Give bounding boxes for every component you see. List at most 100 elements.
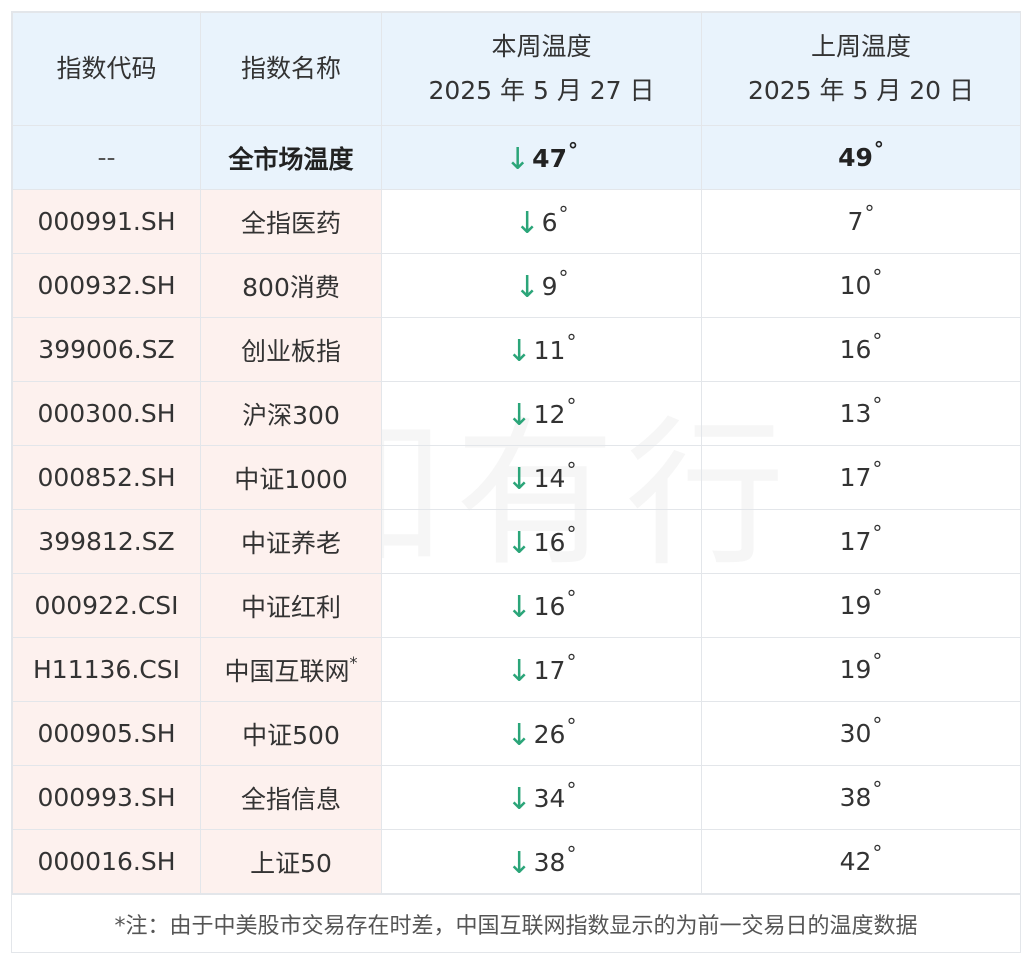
index-name-label: 中国互联网	[224, 656, 350, 686]
last-week-temp: 10°	[701, 253, 1021, 318]
this-week-value: 9	[541, 272, 558, 301]
degree-symbol: °	[566, 778, 577, 802]
header-name: 指数名称	[200, 12, 382, 126]
degree-symbol: °	[567, 138, 578, 162]
header-code-label: 指数代码	[56, 54, 157, 83]
this-week-temp: ↓6°	[381, 189, 702, 254]
this-week-value: 6	[541, 208, 558, 237]
last-week-temp: 42°	[701, 829, 1021, 894]
arrow-down-icon: ↓	[506, 782, 532, 817]
header-code: 指数代码	[12, 12, 201, 126]
this-week-temp: ↓14°	[381, 445, 702, 510]
index-name: 创业板指	[200, 317, 382, 382]
last-week-value: 19	[839, 591, 872, 620]
degree-symbol: °	[872, 585, 883, 609]
this-week-value: 26	[533, 720, 566, 749]
index-name-label: 全指信息	[240, 784, 341, 814]
index-name-label: 800消费	[242, 272, 340, 302]
table-row: 000016.SH 上证50 ↓38° 42°	[12, 829, 1021, 894]
this-week-temp: ↓26°	[381, 701, 702, 766]
degree-symbol: °	[566, 842, 577, 866]
index-name: 全指信息	[200, 765, 382, 830]
arrow-down-icon: ↓	[506, 462, 532, 497]
last-week-temp: 13°	[701, 381, 1021, 446]
index-code: 000932.SH	[12, 253, 201, 318]
this-week-value: 17	[533, 656, 566, 685]
degree-symbol: °	[872, 393, 883, 417]
degree-symbol: °	[566, 330, 577, 354]
degree-symbol: °	[566, 586, 577, 610]
index-code: 000993.SH	[12, 765, 201, 830]
this-week-value: 16	[533, 592, 566, 621]
index-name: 800消费	[200, 253, 382, 318]
index-name: 中证红利	[200, 573, 382, 638]
last-week-value: 42	[839, 847, 872, 876]
summary-name: 全市场温度	[200, 125, 382, 190]
index-name: 沪深300	[200, 381, 382, 446]
this-week-value: 12	[533, 400, 566, 429]
index-code: 000016.SH	[12, 829, 201, 894]
degree-symbol: °	[566, 650, 577, 674]
table-row: 399006.SZ 创业板指 ↓11° 16°	[12, 317, 1021, 382]
table-row: 000300.SH 沪深300 ↓12° 13°	[12, 381, 1021, 446]
header-name-label: 指数名称	[240, 54, 341, 83]
index-name-label: 中证养老	[240, 528, 341, 558]
last-week-temp: 17°	[701, 509, 1021, 574]
arrow-down-icon: ↓	[506, 654, 532, 689]
summary-last-week-value: 49	[838, 143, 873, 172]
index-code: 000991.SH	[12, 189, 201, 254]
temperature-table: 指数代码 指数名称 本周温度 2025 年 5 月 27 日 上周温度 2025…	[12, 12, 1021, 894]
last-week-value: 17	[839, 527, 872, 556]
degree-symbol: °	[566, 394, 577, 418]
arrow-down-icon: ↓	[506, 590, 532, 625]
header-last-week: 上周温度 2025 年 5 月 20 日	[701, 12, 1021, 126]
last-week-value: 16	[839, 335, 872, 364]
last-week-temp: 30°	[701, 701, 1021, 766]
index-code: 399812.SZ	[12, 509, 201, 574]
last-week-value: 10	[839, 271, 872, 300]
degree-symbol: °	[864, 201, 875, 225]
degree-symbol: °	[872, 265, 883, 289]
index-code: 000905.SH	[12, 701, 201, 766]
last-week-temp: 17°	[701, 445, 1021, 510]
degree-symbol: °	[872, 841, 883, 865]
degree-symbol: °	[558, 202, 569, 226]
table-row: 000905.SH 中证500 ↓26° 30°	[12, 701, 1021, 766]
arrow-down-icon: ↓	[506, 398, 532, 433]
index-name-label: 全指医药	[240, 208, 341, 238]
degree-symbol: °	[872, 713, 883, 737]
degree-symbol: °	[872, 777, 883, 801]
degree-symbol: °	[566, 458, 577, 482]
index-name: 全指医药	[200, 189, 382, 254]
table-row: 399812.SZ 中证养老 ↓16° 17°	[12, 509, 1021, 574]
summary-this-week: ↓47°	[381, 125, 702, 190]
arrow-down-icon: ↓	[505, 142, 531, 177]
this-week-temp: ↓12°	[381, 381, 702, 446]
this-week-value: 16	[533, 528, 566, 557]
temperature-table-card: 指数代码 指数名称 本周温度 2025 年 5 月 27 日 上周温度 2025…	[11, 11, 1021, 953]
last-week-temp: 16°	[701, 317, 1021, 382]
footnote-mark: *	[349, 652, 358, 672]
index-code: H11136.CSI	[12, 637, 201, 702]
index-name-label: 沪深300	[242, 400, 340, 430]
degree-symbol: °	[872, 329, 883, 353]
summary-code: --	[12, 125, 201, 190]
last-week-value: 17	[839, 463, 872, 492]
this-week-value: 14	[533, 464, 566, 493]
arrow-down-icon: ↓	[506, 334, 532, 369]
table-row: 000922.CSI 中证红利 ↓16° 19°	[12, 573, 1021, 638]
index-code: 000852.SH	[12, 445, 201, 510]
degree-symbol: °	[872, 457, 883, 481]
arrow-down-icon: ↓	[506, 718, 532, 753]
arrow-down-icon: ↓	[514, 270, 540, 305]
index-code: 000922.CSI	[12, 573, 201, 638]
this-week-value: 38	[533, 848, 566, 877]
header-this-week-date: 2025 年 5 月 27 日	[428, 76, 655, 105]
index-name-label: 创业板指	[240, 336, 341, 366]
summary-row: -- 全市场温度 ↓47° 49°	[12, 125, 1021, 190]
last-week-value: 13	[839, 399, 872, 428]
header-last-week-label: 上周温度	[810, 32, 911, 61]
last-week-value: 38	[839, 783, 872, 812]
summary-last-week: 49°	[701, 125, 1021, 190]
index-name: 中证养老	[200, 509, 382, 574]
